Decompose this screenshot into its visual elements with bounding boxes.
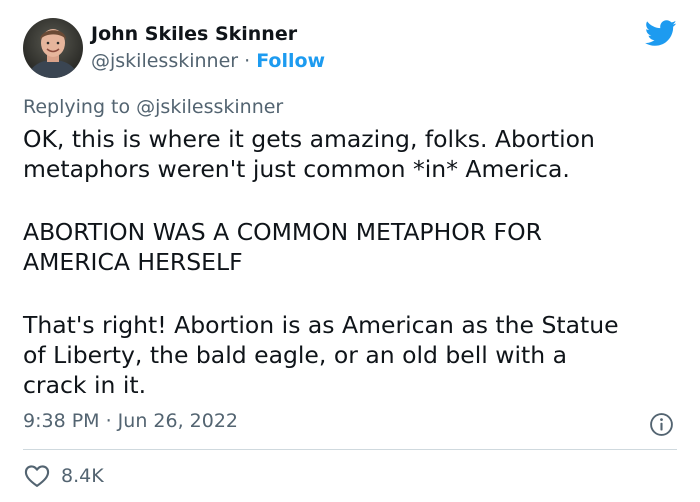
- tweet-timestamp[interactable]: 9:38 PM · Jun 26, 2022: [23, 410, 238, 432]
- display-name[interactable]: John Skiles Skinner: [91, 23, 297, 45]
- tweet-paragraph-2: ABORTION WAS A COMMON METAPHOR FOR AMERI…: [23, 218, 542, 276]
- replying-to-handle[interactable]: @jskilesskinner: [136, 96, 283, 118]
- handle-row: @jskilesskinner · Follow: [91, 50, 325, 72]
- follow-button[interactable]: Follow: [256, 50, 325, 72]
- divider: [23, 449, 677, 450]
- heart-icon: [24, 465, 50, 487]
- tweet-card: John Skiles Skinner @jskilesskinner · Fo…: [0, 0, 700, 502]
- avatar[interactable]: [23, 18, 83, 78]
- like-count: 8.4K: [61, 465, 104, 487]
- info-icon[interactable]: [649, 412, 674, 437]
- twitter-bird-icon[interactable]: [645, 20, 677, 47]
- replying-to-prefix: Replying to: [23, 96, 137, 118]
- tweet-paragraph-3: That's right! Abortion is as American as…: [23, 311, 619, 399]
- like-button[interactable]: 8.4K: [23, 462, 104, 490]
- replying-to: Replying to @jskilesskinner: [23, 96, 283, 118]
- user-handle[interactable]: @jskilesskinner: [91, 50, 238, 72]
- tweet-paragraph-1: OK, this is where it gets amazing, folks…: [23, 125, 595, 183]
- handle-separator: ·: [238, 50, 257, 72]
